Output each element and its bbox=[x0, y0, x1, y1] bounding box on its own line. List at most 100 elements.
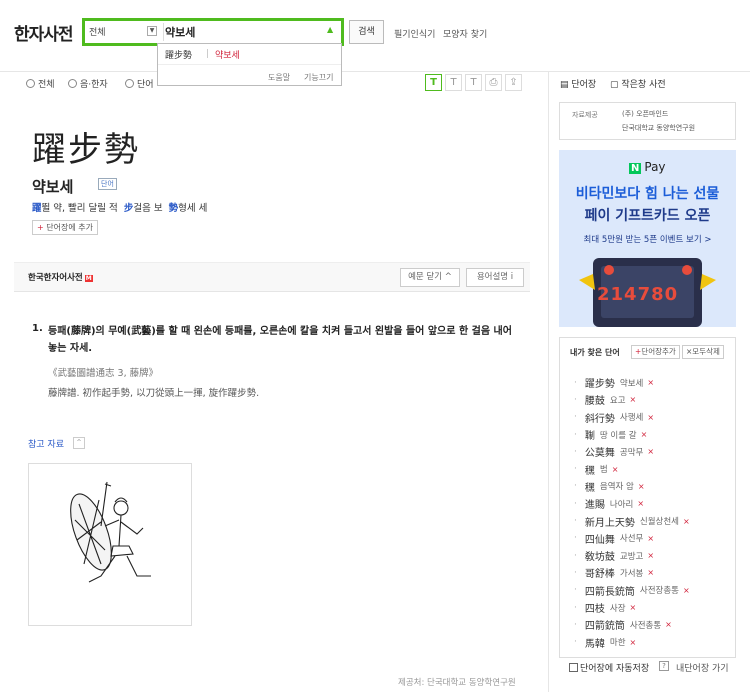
history-hangul[interactable]: 요고 bbox=[610, 394, 626, 406]
history-hangul[interactable]: 나아리 bbox=[610, 498, 633, 510]
history-hangul[interactable]: 땅 이를 갈 bbox=[600, 429, 637, 441]
font-large-icon[interactable]: T bbox=[425, 74, 442, 91]
page-title[interactable]: 한자사전 bbox=[14, 20, 74, 45]
char-link[interactable]: 勢 bbox=[169, 203, 179, 214]
suggestion-hangul[interactable]: 약보세 bbox=[215, 48, 240, 61]
history-item[interactable]: · 四箭長銃筒 사전장총통 × bbox=[574, 582, 734, 599]
handwriting-link[interactable]: 필기인식기 bbox=[394, 27, 435, 40]
remove-icon[interactable]: × bbox=[630, 603, 637, 612]
filter-all[interactable]: 전체 bbox=[26, 77, 55, 90]
wordbook-link[interactable]: ▤ 단어장 bbox=[560, 77, 596, 90]
history-hangul[interactable]: 사전장총통 bbox=[640, 584, 679, 596]
font-medium-icon[interactable]: T bbox=[445, 74, 462, 91]
shape-search-link[interactable]: 모양자 찾기 bbox=[443, 27, 487, 40]
search-button[interactable]: 검색 bbox=[349, 20, 384, 44]
history-item[interactable]: · 公莫舞 공막무 × bbox=[574, 443, 734, 460]
remove-icon[interactable]: × bbox=[647, 534, 654, 543]
history-item[interactable]: · 新月上天勢 신월상천세 × bbox=[574, 512, 734, 529]
remove-icon[interactable]: × bbox=[647, 413, 654, 422]
history-hanja[interactable]: 䆀 bbox=[585, 479, 595, 494]
history-hangul[interactable]: 사장 bbox=[610, 602, 626, 614]
history-hanja[interactable]: 公莫舞 bbox=[585, 444, 615, 459]
print-icon[interactable]: ⎙ bbox=[485, 74, 502, 91]
remove-icon[interactable]: × bbox=[612, 465, 619, 474]
history-item[interactable]: · 進賜 나아리 × bbox=[574, 495, 734, 512]
history-hangul[interactable]: 사선무 bbox=[620, 532, 643, 544]
history-hanja[interactable]: 進賜 bbox=[585, 496, 605, 511]
disable-autocomplete-link[interactable]: 기능끄기 bbox=[304, 72, 333, 83]
history-hanja[interactable]: 四枝 bbox=[585, 600, 605, 615]
history-hanja[interactable]: 四箭長銃筒 bbox=[585, 583, 635, 598]
reference-title[interactable]: 참고 자료 bbox=[28, 437, 64, 450]
remove-icon[interactable]: × bbox=[637, 499, 644, 508]
history-item[interactable]: · 哥舒棒 가서봉 × bbox=[574, 564, 734, 581]
history-item[interactable]: · 敎坊鼓 교방고 × bbox=[574, 547, 734, 564]
chevron-up-icon[interactable]: ^ bbox=[73, 437, 85, 449]
remove-icon[interactable]: × bbox=[630, 395, 637, 404]
history-item[interactable]: · 䆀 음역자 암 × bbox=[574, 478, 734, 495]
category-select[interactable]: 전체 bbox=[89, 25, 106, 38]
help-icon[interactable]: ? bbox=[659, 661, 669, 671]
history-hangul[interactable]: 사전총통 bbox=[630, 619, 661, 631]
remove-icon[interactable]: × bbox=[641, 430, 648, 439]
history-hanja[interactable]: 馬韓 bbox=[585, 635, 605, 650]
go-wordbook-link[interactable]: 내단어장 가기 bbox=[676, 661, 729, 674]
provider-dankook[interactable]: 단국대학교 동양학연구원 bbox=[622, 123, 695, 133]
history-delete-all-button[interactable]: ×모두삭제 bbox=[682, 345, 724, 359]
history-hanja[interactable]: 四仙舞 bbox=[585, 531, 615, 546]
share-icon[interactable]: ⇪ bbox=[505, 74, 522, 91]
remove-icon[interactable]: × bbox=[647, 378, 654, 387]
history-hangul[interactable]: 약보세 bbox=[620, 377, 643, 389]
suggestion-hanja[interactable]: 躍步勢 bbox=[165, 48, 192, 61]
history-hangul[interactable]: 범 bbox=[600, 463, 608, 475]
history-item[interactable]: · 四枝 사장 × bbox=[574, 599, 734, 616]
history-hangul[interactable]: 음역자 암 bbox=[600, 480, 634, 492]
search-input[interactable]: 약보세 bbox=[165, 24, 195, 40]
filter-reading[interactable]: 음·한자 bbox=[68, 77, 108, 90]
autosave-checkbox[interactable]: 단어장에 자동저장 bbox=[569, 661, 649, 674]
checkbox-icon[interactable] bbox=[569, 663, 578, 672]
history-item[interactable]: · 馬韓 마한 × bbox=[574, 633, 734, 650]
history-hanja[interactable]: 哥舒棒 bbox=[585, 565, 615, 580]
radio-icon[interactable] bbox=[125, 79, 134, 88]
history-hanja[interactable]: 四箭銃筒 bbox=[585, 617, 625, 632]
char-link[interactable]: 步 bbox=[124, 203, 134, 214]
history-item[interactable]: · 四箭銃筒 사전총통 × bbox=[574, 616, 734, 633]
history-item[interactable]: · 四仙舞 사선무 × bbox=[574, 530, 734, 547]
reference-image[interactable] bbox=[28, 463, 192, 626]
history-add-button[interactable]: +단어장추가 bbox=[631, 345, 680, 359]
search-box[interactable]: 전체 ▼ 약보세 ▲ bbox=[82, 18, 344, 46]
history-hangul[interactable]: 마한 bbox=[610, 636, 626, 648]
history-item[interactable]: · 䎺 땅 이를 갈 × bbox=[574, 426, 734, 443]
remove-icon[interactable]: × bbox=[647, 568, 654, 577]
filter-word[interactable]: 단어 bbox=[125, 77, 154, 90]
history-hangul[interactable]: 가서봉 bbox=[620, 567, 643, 579]
remove-icon[interactable]: × bbox=[683, 586, 690, 595]
remove-icon[interactable]: × bbox=[665, 620, 672, 629]
history-hanja[interactable]: 躍步勢 bbox=[585, 375, 615, 390]
history-item[interactable]: · 䆀 범 × bbox=[574, 460, 734, 477]
radio-icon[interactable] bbox=[68, 79, 77, 88]
remove-icon[interactable]: × bbox=[647, 551, 654, 560]
history-hanja[interactable]: 斜行勢 bbox=[585, 410, 615, 425]
radio-icon[interactable] bbox=[26, 79, 35, 88]
remove-icon[interactable]: × bbox=[638, 482, 645, 491]
history-hangul[interactable]: 교방고 bbox=[620, 550, 643, 562]
font-small-icon[interactable]: T bbox=[465, 74, 482, 91]
history-hanja[interactable]: 新月上天勢 bbox=[585, 514, 635, 529]
char-link[interactable]: 躍 bbox=[32, 203, 42, 214]
add-to-wordbook-button[interactable]: + 단어장에 추가 bbox=[32, 220, 98, 235]
history-hanja[interactable]: 䎺 bbox=[585, 427, 595, 442]
help-link[interactable]: 도움말 bbox=[268, 72, 290, 83]
term-help-button[interactable]: 용어설명 i bbox=[466, 268, 524, 287]
history-item[interactable]: · 躍步勢 약보세 × bbox=[574, 374, 734, 391]
history-hangul[interactable]: 사행세 bbox=[620, 411, 643, 423]
ad-banner[interactable]: N Pay 비타민보다 힘 나는 선물 페이 기프트카드 오픈 최대 5만원 받는… bbox=[559, 150, 736, 327]
chevron-up-icon[interactable]: ▲ bbox=[327, 25, 333, 34]
mini-dict-link[interactable]: ▢ 작은창 사전 bbox=[610, 77, 666, 90]
history-hangul[interactable]: 신월상천세 bbox=[640, 515, 679, 527]
remove-icon[interactable]: × bbox=[630, 638, 637, 647]
chevron-down-icon[interactable]: ▼ bbox=[147, 26, 157, 36]
history-hangul[interactable]: 공막무 bbox=[620, 446, 643, 458]
history-item[interactable]: · 腰鼓 요고 × bbox=[574, 391, 734, 408]
